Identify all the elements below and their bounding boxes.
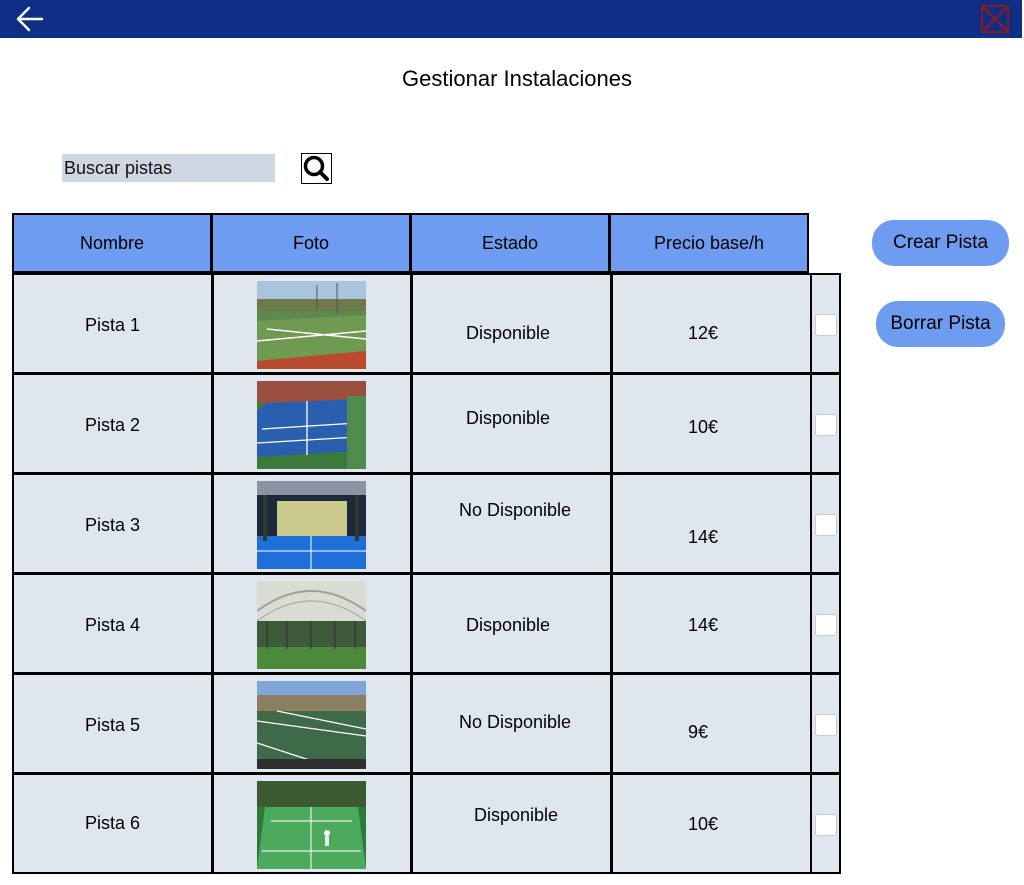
court-price: 14€ [688,615,719,635]
row-select-checkbox[interactable] [815,814,837,836]
crear-pista-button[interactable]: Crear Pista [872,220,1009,266]
court-price: 14€ [688,527,719,547]
borrar-pista-button[interactable]: Borrar Pista [876,301,1005,347]
court-price: 10€ [688,417,719,437]
row-select-checkbox[interactable] [815,314,837,336]
court-name: Pista 1 [85,315,141,335]
close-icon[interactable] [980,4,1010,34]
table-row: Pista 3 No Disponible 14€ [12,473,841,574]
court-status: No Disponible [459,712,572,732]
table-row: Pista 5 No Disponible 9€ [12,673,841,774]
top-bar [0,0,1022,38]
court-name: Pista 4 [85,615,141,635]
court-status: Disponible [466,408,551,428]
court-photo-image [257,581,366,669]
row-select-checkbox[interactable] [815,414,837,436]
header-precio: Precio base/h [609,213,809,273]
court-price: 10€ [688,814,719,834]
court-photo-image [257,681,366,769]
court-status: Disponible [466,615,551,635]
court-photo-image [257,481,366,569]
court-status: No Disponible [459,500,572,520]
table-row: Pista 6 Disponible 10€ [12,773,841,874]
row-select-checkbox[interactable] [815,714,837,736]
court-price: 9€ [688,722,709,742]
court-status: Disponible [474,805,559,825]
search-input[interactable] [62,154,275,182]
row-select-checkbox[interactable] [815,514,837,536]
search-icon [303,155,329,181]
court-name: Pista 6 [85,813,141,833]
header-estado: Estado [410,213,610,273]
search-button[interactable] [301,153,332,184]
court-status: Disponible [466,323,551,343]
court-price: 12€ [688,323,719,343]
court-name: Pista 3 [85,515,141,535]
table-row: Pista 4 Disponible 14€ [12,573,841,674]
court-photo-image [257,381,366,469]
header-foto: Foto [211,213,411,273]
table-header: Nombre Foto Estado Precio base/h [12,213,811,273]
court-photo-image [257,781,366,869]
page-title: Gestionar Instalaciones [402,66,632,91]
court-photo-image [257,281,366,369]
table-row: Pista 1 Disponible 12€ [12,273,841,374]
row-select-checkbox[interactable] [815,614,837,636]
court-name: Pista 5 [85,715,141,735]
table-row: Pista 2 Disponible 10€ [12,373,841,474]
court-name: Pista 2 [85,415,141,435]
header-nombre: Nombre [12,213,212,273]
back-arrow-icon[interactable] [14,4,46,34]
